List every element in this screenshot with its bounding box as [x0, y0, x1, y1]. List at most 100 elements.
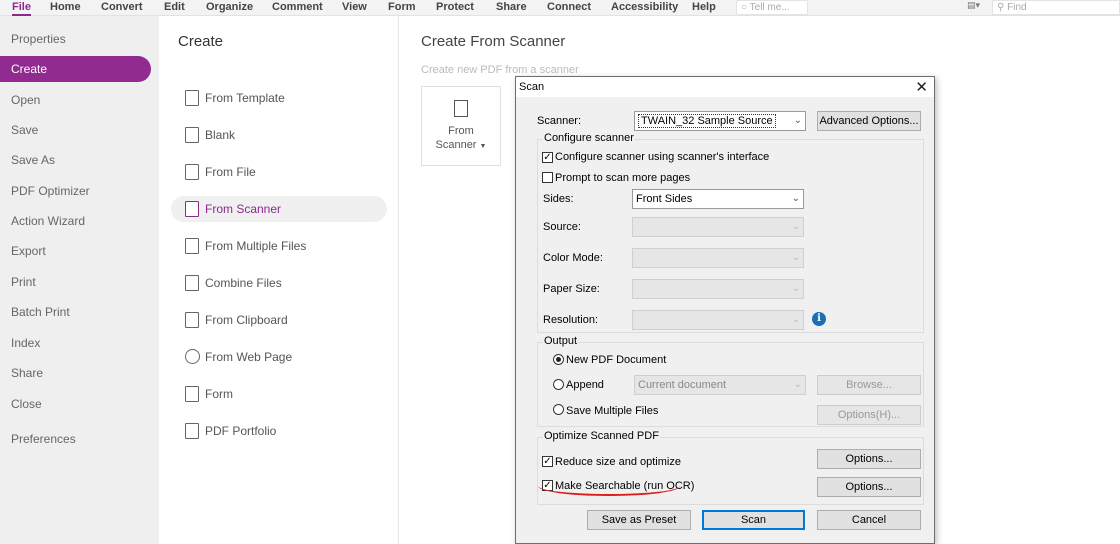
- menu-comment[interactable]: Comment: [272, 0, 323, 16]
- create-from-clipboard[interactable]: From Clipboard: [171, 307, 387, 333]
- create-from-file[interactable]: From File: [171, 159, 387, 185]
- append-label: Append: [566, 379, 604, 391]
- menu-accessibility[interactable]: Accessibility: [611, 0, 678, 16]
- chevron-down-icon: ⌄: [791, 283, 800, 294]
- configure-interface-label: Configure scanner using scanner's interf…: [555, 151, 770, 163]
- sidebar-item-properties[interactable]: Properties: [0, 26, 159, 52]
- configure-interface-checkbox[interactable]: ✓: [542, 152, 553, 163]
- scanner-select[interactable]: TWAIN_32 Sample Source ⌄: [634, 111, 806, 131]
- paper-size-select[interactable]: ⌄: [632, 279, 804, 299]
- sidebar-item-index[interactable]: Index: [0, 330, 159, 356]
- create-blank[interactable]: Blank: [171, 122, 387, 148]
- menu-form[interactable]: Form: [388, 0, 416, 16]
- sidebar-item-batch-print[interactable]: Batch Print: [0, 299, 159, 325]
- sides-select[interactable]: Front Sides ⌄: [632, 189, 804, 209]
- resolution-label: Resolution:: [543, 314, 599, 326]
- create-pdf-portfolio[interactable]: PDF Portfolio: [171, 418, 387, 444]
- create-combine-files[interactable]: Combine Files: [171, 270, 387, 296]
- chevron-down-icon: ⌄: [791, 193, 800, 204]
- close-icon[interactable]: ✕: [915, 78, 928, 96]
- clipboard-icon: [185, 312, 199, 328]
- menu-file[interactable]: File: [12, 0, 31, 16]
- menu-protect[interactable]: Protect: [436, 0, 474, 16]
- blank-page-icon: [185, 127, 199, 143]
- cancel-button[interactable]: Cancel: [817, 510, 921, 530]
- create-from-multiple-files[interactable]: From Multiple Files: [171, 233, 387, 259]
- from-scanner-tile[interactable]: From Scanner ▼: [421, 86, 501, 166]
- color-mode-label: Color Mode:: [543, 252, 603, 264]
- create-form[interactable]: Form: [171, 381, 387, 407]
- sidebar-item-open[interactable]: Open: [0, 87, 159, 113]
- info-icon[interactable]: i: [812, 312, 826, 326]
- prompt-more-pages-checkbox[interactable]: [542, 172, 553, 183]
- color-mode-select[interactable]: ⌄: [632, 248, 804, 268]
- sidebar-item-pdf-optimizer[interactable]: PDF Optimizer: [0, 178, 159, 204]
- sides-label: Sides:: [543, 193, 574, 205]
- page-subtitle: Create new PDF from a scanner: [421, 64, 579, 76]
- view-mode-icon[interactable]: ▤▾: [967, 1, 985, 13]
- template-icon: [185, 90, 199, 106]
- chevron-down-icon: ⌄: [793, 115, 802, 126]
- new-pdf-label: New PDF Document: [566, 354, 667, 366]
- page-title: Create From Scanner: [421, 33, 566, 50]
- sidebar-item-share[interactable]: Share: [0, 360, 159, 386]
- source-label: Source:: [543, 221, 581, 233]
- menu-convert[interactable]: Convert: [101, 0, 143, 16]
- dialog-titlebar: Scan ✕: [516, 77, 934, 97]
- sidebar-item-print[interactable]: Print: [0, 269, 159, 295]
- optimize-options-button[interactable]: Options...: [817, 449, 921, 469]
- menu-share[interactable]: Share: [496, 0, 527, 16]
- paper-size-label: Paper Size:: [543, 283, 600, 295]
- tile-dropdown[interactable]: Scanner ▼: [422, 139, 500, 151]
- tile-label: From: [448, 125, 474, 137]
- chevron-down-icon: ⌄: [791, 314, 800, 325]
- advanced-options-button[interactable]: Advanced Options...: [817, 111, 921, 131]
- output-heading: Output: [543, 335, 579, 347]
- prompt-more-pages-label: Prompt to scan more pages: [555, 172, 691, 184]
- output-group: Output New PDF Document Append Current d…: [537, 335, 924, 427]
- sidebar-item-preferences[interactable]: Preferences: [0, 426, 159, 452]
- menu-help[interactable]: Help: [692, 0, 716, 16]
- options-h-button[interactable]: Options(H)...: [817, 405, 921, 425]
- sidebar-item-save[interactable]: Save: [0, 117, 159, 143]
- sidebar-item-close[interactable]: Close: [0, 391, 159, 417]
- scanner-icon: [185, 201, 199, 217]
- create-from-web-page[interactable]: From Web Page: [171, 344, 387, 370]
- configure-scanner-group: Configure scanner ✓ Configure scanner us…: [537, 132, 924, 333]
- browse-button[interactable]: Browse...: [817, 375, 921, 395]
- form-icon: [185, 386, 199, 402]
- find-input[interactable]: ⚲ Find: [992, 0, 1120, 15]
- scanner-label: Scanner:: [537, 115, 582, 127]
- menu-view[interactable]: View: [342, 0, 367, 16]
- sidebar-item-export[interactable]: Export: [0, 238, 159, 264]
- create-from-template[interactable]: From Template: [171, 85, 387, 111]
- menu-home[interactable]: Home: [50, 0, 81, 16]
- reduce-size-label: Reduce size and optimize: [555, 456, 681, 468]
- sidebar-item-save-as[interactable]: Save As: [0, 147, 159, 173]
- portfolio-icon: [185, 423, 199, 439]
- globe-icon: [185, 349, 200, 364]
- menu-edit[interactable]: Edit: [164, 0, 185, 16]
- append-target-select[interactable]: Current document ⌄: [634, 375, 806, 395]
- dialog-title: Scan: [519, 81, 545, 93]
- combine-files-icon: [185, 275, 199, 291]
- menu-organize[interactable]: Organize: [206, 0, 253, 16]
- reduce-size-checkbox[interactable]: ✓: [542, 456, 553, 467]
- save-as-preset-button[interactable]: Save as Preset: [587, 510, 691, 530]
- configure-scanner-heading: Configure scanner: [543, 132, 635, 144]
- append-radio[interactable]: [553, 379, 564, 390]
- chevron-down-icon: ⌄: [791, 221, 800, 232]
- ocr-options-button[interactable]: Options...: [817, 477, 921, 497]
- tell-me-input[interactable]: ○ Tell me...: [736, 0, 808, 15]
- scan-button[interactable]: Scan: [702, 510, 805, 530]
- create-from-scanner[interactable]: From Scanner: [171, 196, 387, 222]
- new-pdf-radio[interactable]: [553, 354, 564, 365]
- source-select[interactable]: ⌄: [632, 217, 804, 237]
- menu-connect[interactable]: Connect: [547, 0, 591, 16]
- resolution-select[interactable]: ⌄: [632, 310, 804, 330]
- sidebar-item-create[interactable]: Create: [0, 56, 151, 82]
- multiple-files-icon: [185, 238, 199, 254]
- scanner-page-icon: [454, 100, 468, 117]
- sidebar-item-action-wizard[interactable]: Action Wizard: [0, 208, 159, 234]
- save-multiple-radio[interactable]: [553, 404, 564, 415]
